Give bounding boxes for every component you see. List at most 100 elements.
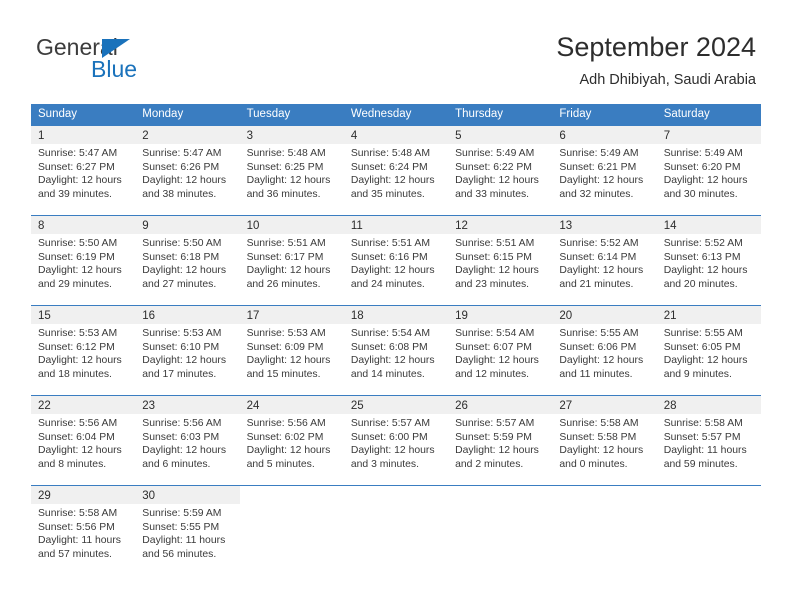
sunrise-text: Sunrise: 5:53 AM [38,328,118,339]
sunrise-text: Sunrise: 5:53 AM [246,328,326,339]
day-cell-empty [656,486,761,575]
day-cell[interactable]: 2 Sunrise: 5:47 AM Sunset: 6:26 PM Dayli… [135,126,240,215]
week-row: 8 Sunrise: 5:50 AM Sunset: 6:19 PM Dayli… [31,215,761,305]
day-cell[interactable]: 24 Sunrise: 5:56 AM Sunset: 6:02 PM Dayl… [239,396,344,485]
daylight-text-line2: and 38 minutes. [142,188,217,200]
daylight-text-line2: and 12 minutes. [455,368,530,380]
daylight-text-line1: Daylight: 12 hours [38,355,122,367]
day-info: Sunrise: 5:58 AM Sunset: 5:58 PM Dayligh… [552,414,656,471]
day-cell[interactable]: 13 Sunrise: 5:52 AM Sunset: 6:14 PM Dayl… [552,216,657,305]
day-number-band: 12 [448,216,553,234]
daylight-text-line1: Daylight: 12 hours [350,445,435,457]
day-info: Sunrise: 5:57 AM Sunset: 6:00 PM Dayligh… [344,414,448,471]
weekday-header-wednesday: Wednesday [350,108,412,120]
day-cell[interactable]: 27 Sunrise: 5:58 AM Sunset: 5:58 PM Dayl… [552,396,657,485]
sunset-text: Sunset: 6:22 PM [455,161,532,173]
sunrise-text: Sunrise: 5:56 AM [246,418,326,429]
sunset-text: Sunset: 6:25 PM [246,161,324,173]
day-cell[interactable]: 5 Sunrise: 5:49 AM Sunset: 6:22 PM Dayli… [448,126,553,215]
daylight-text-line1: Daylight: 12 hours [559,265,644,277]
sunset-text: Sunset: 6:21 PM [559,161,637,173]
day-cell[interactable]: 30 Sunrise: 5:59 AM Sunset: 5:55 PM Dayl… [135,486,240,575]
daylight-text-line2: and 24 minutes. [350,278,425,290]
sunset-text: Sunset: 6:02 PM [246,431,324,443]
day-info: Sunrise: 5:53 AM Sunset: 6:10 PM Dayligh… [135,324,239,381]
day-cell[interactable]: 23 Sunrise: 5:56 AM Sunset: 6:03 PM Dayl… [135,396,240,485]
day-cell[interactable]: 4 Sunrise: 5:48 AM Sunset: 6:24 PM Dayli… [343,126,449,215]
day-cell[interactable]: 26 Sunrise: 5:57 AM Sunset: 5:59 PM Dayl… [448,396,553,485]
day-info: Sunrise: 5:51 AM Sunset: 6:17 PM Dayligh… [240,234,344,291]
day-cell[interactable]: 21 Sunrise: 5:55 AM Sunset: 6:05 PM Dayl… [656,306,761,395]
sunrise-text: Sunrise: 5:48 AM [246,148,326,159]
general-blue-logo[interactable]: General Blue [36,34,226,88]
day-cell[interactable]: 12 Sunrise: 5:51 AM Sunset: 6:15 PM Dayl… [448,216,553,305]
day-cell[interactable]: 16 Sunrise: 5:53 AM Sunset: 6:10 PM Dayl… [135,306,240,395]
sunrise-text: Sunrise: 5:51 AM [246,238,326,249]
daylight-text-line2: and 29 minutes. [38,278,112,290]
sunset-text: Sunset: 6:16 PM [350,251,428,263]
day-cell[interactable]: 14 Sunrise: 5:52 AM Sunset: 6:13 PM Dayl… [656,216,761,305]
day-info: Sunrise: 5:47 AM Sunset: 6:26 PM Dayligh… [135,144,239,201]
day-number-band: 1 [31,126,136,144]
day-number-band: 28 [656,396,761,414]
day-cell[interactable]: 10 Sunrise: 5:51 AM Sunset: 6:17 PM Dayl… [239,216,344,305]
sunset-text: Sunset: 6:09 PM [246,341,324,353]
day-number: 4 [350,130,358,142]
day-info: Sunrise: 5:48 AM Sunset: 6:24 PM Dayligh… [344,144,448,201]
day-number: 21 [663,310,677,322]
day-info: Sunrise: 5:53 AM Sunset: 6:09 PM Dayligh… [240,324,344,381]
daylight-text-line2: and 11 minutes. [559,368,633,380]
day-number: 12 [455,220,468,232]
day-cell[interactable]: 17 Sunrise: 5:53 AM Sunset: 6:09 PM Dayl… [239,306,344,395]
day-cell[interactable]: 7 Sunrise: 5:49 AM Sunset: 6:20 PM Dayli… [656,126,761,215]
day-cell[interactable]: 18 Sunrise: 5:54 AM Sunset: 6:08 PM Dayl… [343,306,449,395]
day-cell[interactable]: 6 Sunrise: 5:49 AM Sunset: 6:21 PM Dayli… [552,126,657,215]
daylight-text-line1: Daylight: 12 hours [246,445,331,457]
day-number: 10 [246,220,260,232]
sunset-text: Sunset: 6:20 PM [663,161,741,173]
day-cell[interactable]: 8 Sunrise: 5:50 AM Sunset: 6:19 PM Dayli… [31,216,136,305]
day-number-band: 22 [31,396,136,414]
day-number: 9 [142,220,149,232]
day-number-band: 20 [552,306,657,324]
day-cell[interactable]: 9 Sunrise: 5:50 AM Sunset: 6:18 PM Dayli… [135,216,240,305]
day-cell[interactable]: 25 Sunrise: 5:57 AM Sunset: 6:00 PM Dayl… [343,396,449,485]
day-cell[interactable]: 15 Sunrise: 5:53 AM Sunset: 6:12 PM Dayl… [31,306,136,395]
day-cell[interactable]: 11 Sunrise: 5:51 AM Sunset: 6:16 PM Dayl… [343,216,449,305]
day-cell[interactable]: 20 Sunrise: 5:55 AM Sunset: 6:06 PM Dayl… [552,306,657,395]
day-cell[interactable]: 22 Sunrise: 5:56 AM Sunset: 6:04 PM Dayl… [31,396,136,485]
sunset-text: Sunset: 6:04 PM [38,431,115,443]
page-title: September 2024 [556,32,756,62]
day-number-band: 26 [448,396,553,414]
day-info: Sunrise: 5:51 AM Sunset: 6:15 PM Dayligh… [448,234,552,291]
day-cell[interactable]: 19 Sunrise: 5:54 AM Sunset: 6:07 PM Dayl… [448,306,553,395]
day-cell[interactable]: 1 Sunrise: 5:47 AM Sunset: 6:27 PM Dayli… [31,126,136,215]
sunset-text: Sunset: 6:07 PM [455,341,532,353]
day-number: 3 [246,130,253,142]
day-number-band: 24 [239,396,344,414]
day-number-band: 19 [448,306,553,324]
sunrise-text: Sunrise: 5:52 AM [559,238,639,249]
day-number-band: 10 [239,216,344,234]
daylight-text-line2: and 14 minutes. [350,368,425,380]
sunset-text: Sunset: 5:56 PM [38,521,115,533]
daylight-text-line1: Daylight: 12 hours [350,175,435,187]
daylight-text-line1: Daylight: 12 hours [38,445,122,457]
day-info: Sunrise: 5:54 AM Sunset: 6:08 PM Dayligh… [344,324,448,381]
day-cell[interactable]: 3 Sunrise: 5:48 AM Sunset: 6:25 PM Dayli… [239,126,344,215]
daylight-text-line2: and 9 minutes. [663,368,732,380]
calendar-page: General Blue September 2024 Adh Dhibiyah… [0,0,792,612]
day-number: 6 [559,130,566,142]
daylight-text-line1: Daylight: 12 hours [350,265,435,277]
day-cell[interactable]: 28 Sunrise: 5:58 AM Sunset: 5:57 PM Dayl… [656,396,761,485]
daylight-text-line1: Daylight: 12 hours [142,175,227,187]
calendar-grid: Sunday Monday Tuesday Wednesday Thursday… [31,104,761,575]
daylight-text-line1: Daylight: 12 hours [38,175,122,187]
daylight-text-line1: Daylight: 11 hours [142,535,226,547]
day-number: 15 [38,310,51,322]
day-cell[interactable]: 29 Sunrise: 5:58 AM Sunset: 5:56 PM Dayl… [31,486,136,575]
daylight-text-line1: Daylight: 12 hours [455,265,539,277]
daylight-text-line2: and 8 minutes. [38,458,107,470]
sunset-text: Sunset: 6:18 PM [142,251,220,263]
day-info: Sunrise: 5:59 AM Sunset: 5:55 PM Dayligh… [135,504,239,561]
